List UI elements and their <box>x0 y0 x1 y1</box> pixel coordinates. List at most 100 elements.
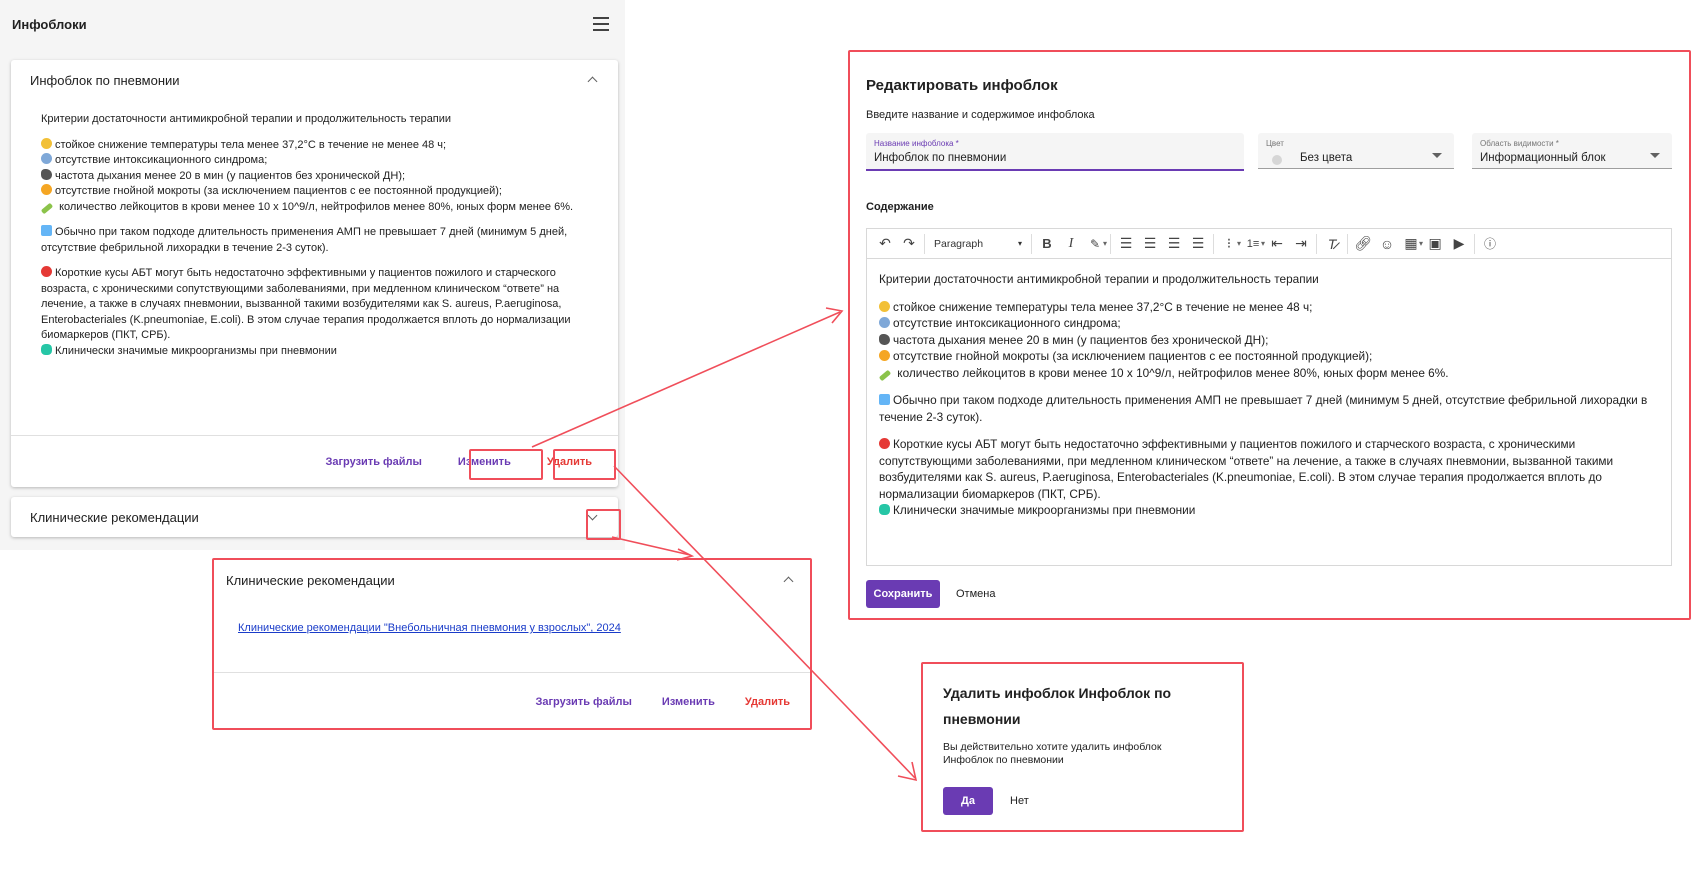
outdent-icon[interactable]: ⇤ <box>1265 233 1289 255</box>
card-content: Клинические рекомендации "Внебольничная … <box>212 602 812 664</box>
content-line: Обычно при таком подходе длительность пр… <box>41 225 568 254</box>
content-line: Короткие кусы АБТ могут быть недостаточн… <box>41 266 571 341</box>
name-field[interactable]: Название инфоблока * <box>866 133 1244 171</box>
card-title: Клинические рекомендации <box>226 572 395 588</box>
card-header[interactable]: Клинические рекомендации <box>212 558 812 602</box>
content-line: стойкое снижение температуры тела менее … <box>879 299 1659 316</box>
format-select[interactable]: Paragraph ▾ <box>928 233 1028 255</box>
content-line: отсутствие гнойной мокроты (за исключени… <box>879 348 1659 365</box>
content-line: частота дыхания менее 20 в мин (у пациен… <box>879 332 1659 349</box>
upload-files-button[interactable]: Загрузить файлы <box>527 690 639 714</box>
dialog-title: Редактировать инфоблок <box>866 77 1058 94</box>
microbe-icon <box>41 343 52 355</box>
content-line: количество лейкоцитов в крови менее 10 х… <box>40 200 588 216</box>
save-button[interactable]: Сохранить <box>866 580 940 608</box>
content-line: отсутствие гнойной мокроты (за исключени… <box>41 184 588 200</box>
rich-text-editor: ↶ ↷ Paragraph ▾ B I ✎ ▾ ☰ ☰ ☰ ☰ ⁝ ▾ 1≡ ▾ … <box>866 228 1672 566</box>
caret-down-icon[interactable]: ▾ <box>1103 239 1107 248</box>
chevron-down-icon[interactable] <box>586 510 600 524</box>
card-header[interactable]: Инфоблок по пневмонии <box>11 60 618 100</box>
thermometer-face-icon <box>41 137 52 149</box>
sneezing-face-icon <box>879 350 890 361</box>
color-swatch-icon <box>1272 155 1282 165</box>
card-header[interactable]: Клинические рекомендации <box>11 497 618 537</box>
content-line: частота дыхания менее 20 в мин (у пациен… <box>41 168 588 185</box>
lungs-icon <box>41 168 52 180</box>
align-right-icon[interactable]: ☰ <box>1162 233 1186 255</box>
redo-icon[interactable]: ↷ <box>897 233 921 255</box>
red-circle-icon <box>41 266 52 277</box>
upload-files-button[interactable]: Загрузить файлы <box>317 450 429 474</box>
arrow-head <box>825 307 844 324</box>
content-line: стойкое снижение температуры тела менее … <box>41 137 588 154</box>
cancel-button[interactable]: Отмена <box>950 580 1001 608</box>
bold-icon[interactable]: B <box>1035 233 1059 255</box>
sneezing-face-icon <box>41 184 52 195</box>
caret-down-icon <box>1650 153 1660 158</box>
test-tube-icon <box>878 369 892 381</box>
content-line: количество лейкоцитов в крови менее 10 х… <box>878 365 1659 382</box>
caret-down-icon <box>1432 153 1442 158</box>
content-line: отсутствие интоксикационного синдрома; <box>41 153 588 169</box>
color-select[interactable]: Цвет Без цвета <box>1258 133 1454 169</box>
panel-title: Инфоблоки <box>12 16 87 32</box>
edit-infoblock-dialog: Редактировать инфоблок Введите название … <box>848 50 1691 620</box>
dialog-subtitle: Введите название и содержимое инфоблока <box>866 109 1095 121</box>
help-icon[interactable]: ⓘ <box>1478 233 1502 255</box>
clear-format-icon[interactable]: T̷ <box>1320 233 1344 255</box>
media-icon[interactable]: ▶ <box>1447 233 1471 255</box>
content-line: Критерии достаточности антимикробной тер… <box>41 113 452 125</box>
card-title: Инфоблок по пневмонии <box>30 72 180 88</box>
undo-icon[interactable]: ↶ <box>873 233 897 255</box>
confirm-yes-button[interactable]: Да <box>943 787 993 815</box>
thermometer-face-icon <box>879 300 890 312</box>
content-line: Короткие кусы АБТ могут быть недостаточн… <box>879 437 1614 501</box>
align-center-icon[interactable]: ☰ <box>1138 233 1162 255</box>
italic-icon[interactable]: I <box>1059 233 1083 255</box>
emoji-icon[interactable]: ☺ <box>1375 233 1399 255</box>
card-actions: Загрузить файлы Изменить Удалить <box>212 672 812 730</box>
lungs-icon <box>879 333 890 345</box>
image-icon[interactable]: ▣ <box>1423 233 1447 255</box>
name-field-label: Название инфоблока * <box>874 139 959 148</box>
name-input[interactable] <box>874 152 1215 164</box>
scope-select[interactable]: Область видимости * Информационный блок <box>1472 133 1672 169</box>
dizzy-face-icon <box>879 317 890 328</box>
calendar-icon <box>879 394 890 405</box>
content-line: Обычно при таком подходе длительность пр… <box>879 393 1648 424</box>
content-line: Клинически значимые микроорганизмы при п… <box>879 502 1659 519</box>
delete-button[interactable]: Удалить <box>737 690 798 714</box>
recommendations-expanded-card: Клинические рекомендации Клинические рек… <box>212 558 812 730</box>
content-line: Клинически значимые микроорганизмы при п… <box>41 343 588 360</box>
scope-value: Информационный блок <box>1480 152 1606 164</box>
editor-toolbar: ↶ ↷ Paragraph ▾ B I ✎ ▾ ☰ ☰ ☰ ☰ ⁝ ▾ 1≡ ▾ … <box>867 229 1671 259</box>
color-field-label: Цвет <box>1266 139 1284 148</box>
color-value: Без цвета <box>1300 152 1353 164</box>
chevron-up-icon[interactable] <box>782 573 796 587</box>
chevron-up-icon[interactable] <box>586 73 600 87</box>
delete-button[interactable]: Удалить <box>539 450 600 474</box>
panel-header: Инфоблоки <box>0 0 625 48</box>
microbe-icon <box>879 504 890 515</box>
indent-icon[interactable]: ⇥ <box>1289 233 1313 255</box>
edit-button[interactable]: Изменить <box>654 690 723 714</box>
link-icon[interactable]: 🔗︎ <box>1351 233 1375 255</box>
card-content: Критерии достаточности антимикробной тер… <box>11 100 618 359</box>
dialog-title: Удалить инфоблок Инфоблок по пневмонии <box>943 685 1172 727</box>
editor-content[interactable]: Критерии достаточности антимикробной тер… <box>867 259 1671 531</box>
scope-field-label: Область видимости * <box>1480 139 1559 148</box>
menu-icon[interactable] <box>593 17 609 31</box>
arrow-head <box>897 761 918 782</box>
confirm-no-button[interactable]: Нет <box>1004 787 1035 815</box>
align-left-icon[interactable]: ☰ <box>1114 233 1138 255</box>
dizzy-face-icon <box>41 153 52 164</box>
edit-button[interactable]: Изменить <box>450 450 519 474</box>
delete-infoblock-dialog: Удалить инфоблок Инфоблок по пневмонии В… <box>921 662 1244 832</box>
content-line: отсутствие интоксикационного синдрома; <box>879 315 1659 332</box>
calendar-icon <box>41 225 52 236</box>
dialog-message: Вы действительно хотите удалить инфоблок… <box>943 741 1162 766</box>
card-title: Клинические рекомендации <box>30 509 199 525</box>
infoblock-card-recommendations[interactable]: Клинические рекомендации <box>11 497 618 537</box>
align-justify-icon[interactable]: ☰ <box>1186 233 1210 255</box>
recommendations-link[interactable]: Клинические рекомендации "Внебольничная … <box>238 622 621 634</box>
